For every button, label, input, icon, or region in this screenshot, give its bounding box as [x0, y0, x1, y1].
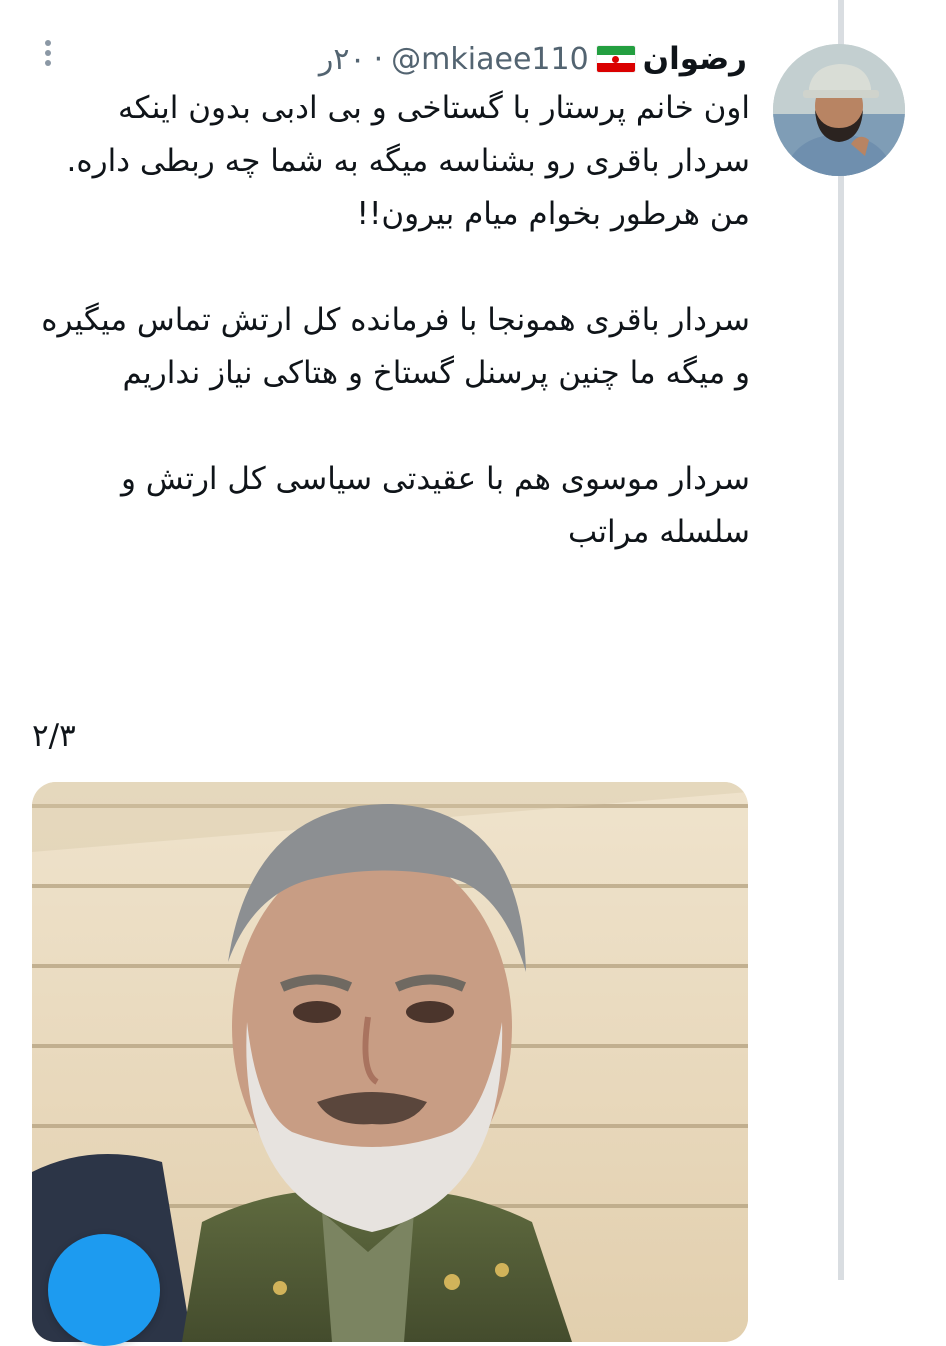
thread-line: [838, 0, 844, 1280]
iran-flag-icon: [596, 46, 635, 72]
timestamp[interactable]: ۲۰ر: [319, 42, 366, 77]
tweet-paragraph-1: اون خانم پرستار با گستاخی و بی ادبی بدون…: [66, 90, 750, 179]
separator-dot: ·: [373, 41, 384, 77]
tweet-body: اون خانم پرستار با گستاخی و بی ادبی بدون…: [30, 82, 750, 559]
avatar-image: [773, 44, 905, 176]
more-options-icon[interactable]: [36, 36, 60, 72]
tweet-paragraph-3: سردار باقری همونجا با فرمانده کل ارتش تم…: [41, 302, 750, 391]
tweet-header: رضوان @mkiaee110 · ۲۰ر: [319, 34, 747, 84]
tweet-paragraph-4: سردار موسوی هم با عقیدتی سیاسی کل ارتش و…: [120, 461, 750, 550]
compose-button[interactable]: [48, 1234, 160, 1346]
display-name[interactable]: رضوان: [643, 41, 747, 77]
tweet-paragraph-2: من هرطور بخوام میام بیرون!!: [356, 196, 750, 232]
user-handle[interactable]: @mkiaee110: [391, 42, 589, 77]
thread-counter: ۲/۳: [32, 718, 76, 754]
avatar[interactable]: [773, 44, 905, 176]
